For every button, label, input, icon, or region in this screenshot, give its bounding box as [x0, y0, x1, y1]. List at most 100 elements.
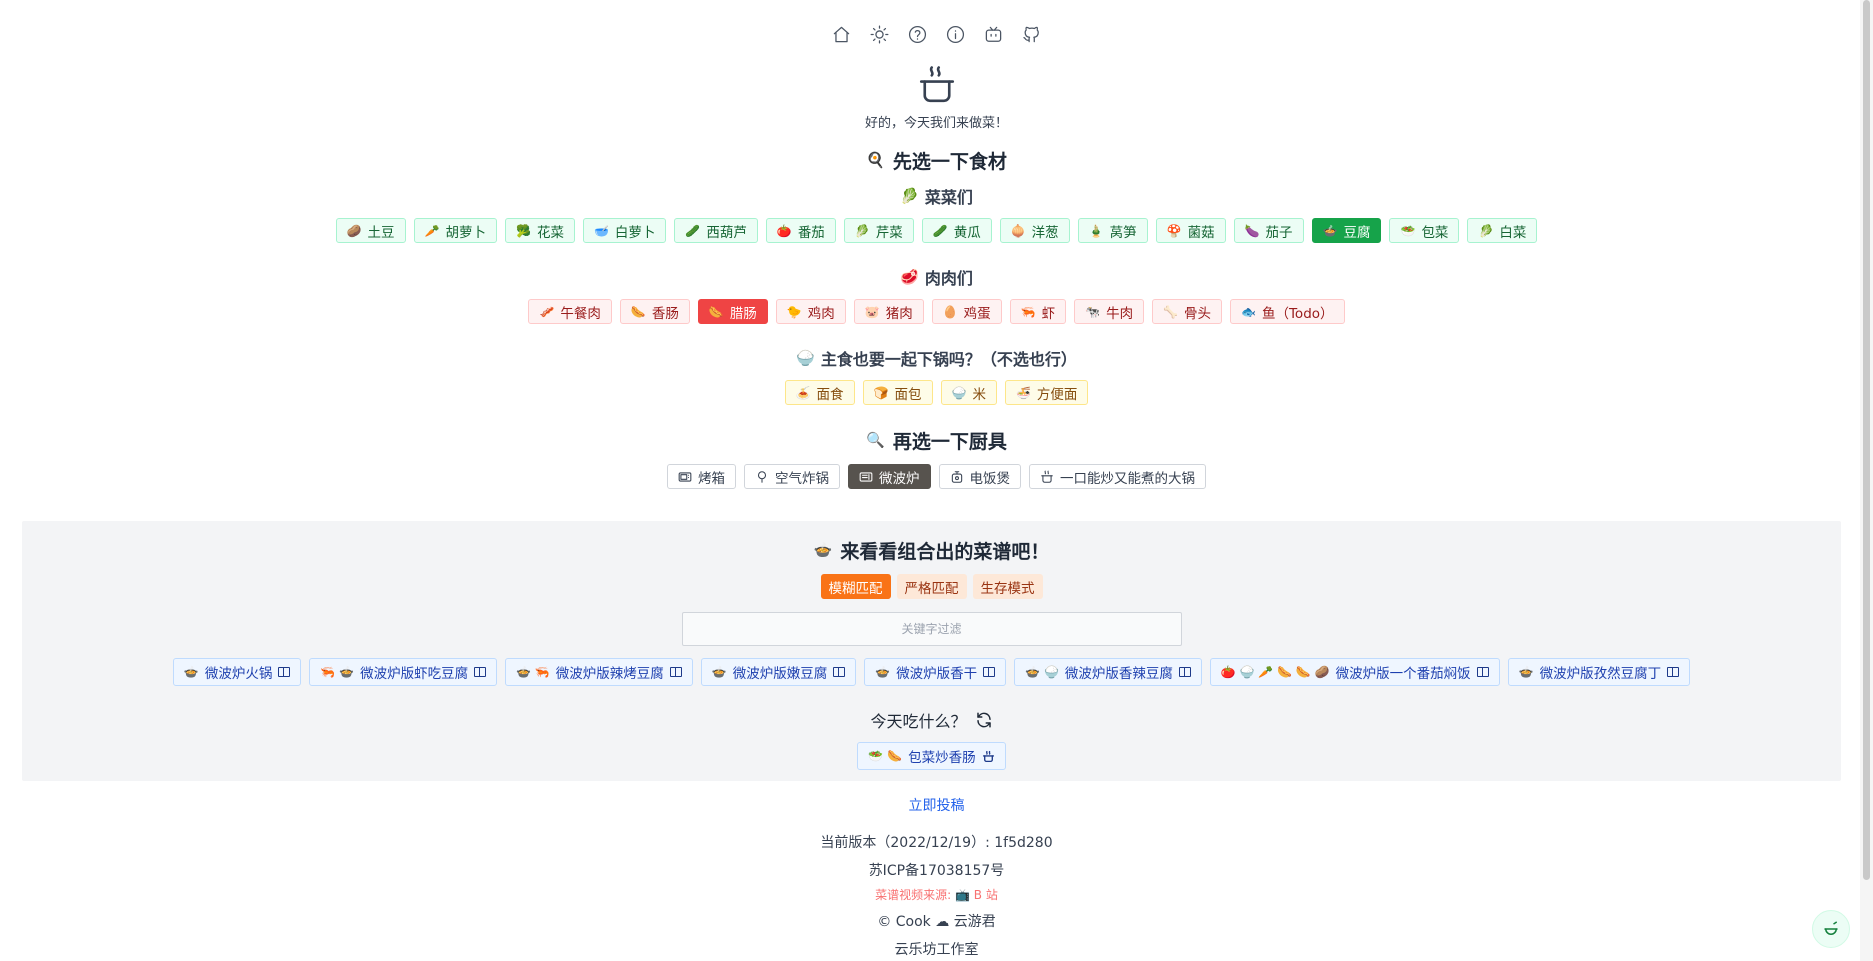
vegetable-chip[interactable]: 🥬 芹菜	[843, 218, 914, 243]
vegetable-emoji-icon: 🥕	[424, 223, 440, 238]
tool-chip[interactable]: 电饭煲	[938, 464, 1021, 489]
recipe-label: 微波炉版孜然豆腐丁	[1539, 666, 1662, 682]
meat-label: 猪肉	[885, 305, 913, 322]
page-subtitle: 好的，今天我们来做菜！	[864, 116, 1008, 131]
top-nav	[0, 0, 1873, 46]
author-link[interactable]: 云游君	[954, 914, 996, 930]
vegetable-chip[interactable]: 🍄 菌菇	[1155, 218, 1226, 243]
submit-recipe-link[interactable]: 立即投稿	[909, 798, 965, 814]
staple-chip[interactable]: 🍜 方便面	[1004, 380, 1089, 405]
meat-chip[interactable]: 🐷 猪肉	[853, 299, 924, 324]
rice-bowl-icon: 🍚	[796, 348, 815, 367]
vegetable-chip[interactable]: 🧅 洋葱	[999, 218, 1070, 243]
vegetable-label: 胡萝卜	[445, 224, 487, 241]
meat-label: 鸡蛋	[963, 305, 991, 322]
meat-chip[interactable]: 🌭 腊肠	[697, 299, 768, 324]
staples-title: 主食也要一起下锅吗？（不选也行）	[820, 350, 1077, 369]
tool-label: 微波炉	[879, 470, 920, 487]
recipe-button[interactable]: 🍲 微波炉版香干	[864, 658, 1007, 686]
vegetable-chip[interactable]: 🥒 黄瓜	[921, 218, 992, 243]
recipe-button[interactable]: 🍲 微波炉版孜然豆腐丁	[1507, 658, 1691, 686]
meat-chip[interactable]: 🦐 虾	[1009, 299, 1067, 324]
vegetable-chip[interactable]: 🍲 豆腐	[1311, 218, 1382, 243]
recipe-label: 微波炉火锅	[204, 666, 273, 682]
vegetable-label: 菌菇	[1187, 224, 1215, 241]
vegetable-label: 番茄	[797, 224, 825, 241]
recipe-book-icon	[833, 667, 846, 677]
staple-label: 面包	[894, 386, 922, 403]
recipe-button[interactable]: 🍲 🦐 微波炉版辣烤豆腐	[505, 658, 693, 686]
scrollbar-thumb[interactable]	[1863, 0, 1870, 880]
vegetable-label: 豆腐	[1343, 224, 1371, 241]
github-icon[interactable]	[1020, 22, 1044, 46]
pot-icon	[982, 750, 994, 762]
match-mode-tab[interactable]: 生存模式	[972, 574, 1043, 599]
meat-chip[interactable]: 🐤 鸡肉	[775, 299, 846, 324]
tool-chip[interactable]: 空气炸锅	[744, 464, 840, 489]
tool-chip[interactable]: 一口能炒又能煮的大锅	[1029, 464, 1206, 489]
vegetable-chip[interactable]: 🥕 胡萝卜	[413, 218, 497, 243]
recipe-button[interactable]: 🍅 🍚 🥕 🌭 🌭 🥔 微波炉版一个番茄焖饭	[1209, 658, 1500, 686]
meat-chip[interactable]: 🥚 鸡蛋	[931, 299, 1002, 324]
help-circle-icon[interactable]	[906, 22, 930, 46]
vegetable-chip[interactable]: 🍆 茄子	[1233, 218, 1304, 243]
recipe-button[interactable]: 🍲 🍚 微波炉版香辣豆腐	[1014, 658, 1202, 686]
studio-link[interactable]: 云乐坊工作室	[0, 939, 1873, 959]
vegetable-emoji-icon: 🧅	[1010, 223, 1026, 238]
vegetable-chip[interactable]: 🥗 包菜	[1389, 218, 1460, 243]
meat-chip[interactable]: 🌭 香肠	[619, 299, 690, 324]
meat-chip[interactable]: 🐄 牛肉	[1074, 299, 1145, 324]
match-mode-tab[interactable]: 模糊匹配	[820, 574, 891, 599]
vegetable-emoji-icon: 🥔	[346, 223, 362, 238]
vegetable-chip[interactable]: 🥬 白菜	[1467, 218, 1538, 243]
vegetable-chip[interactable]: 🥦 花菜	[505, 218, 575, 243]
random-recipe-button[interactable]: 🥗 🌭 包菜炒香肠	[857, 742, 1006, 770]
info-icon[interactable]	[944, 22, 968, 46]
floating-pot-button[interactable]	[1812, 910, 1850, 948]
home-icon[interactable]	[830, 22, 854, 46]
icp-link[interactable]: 苏ICP备17038157号	[0, 860, 1873, 880]
staple-chip[interactable]: 🍝 面食	[784, 380, 855, 405]
meat-chip[interactable]: 🥓 午餐肉	[528, 299, 612, 324]
vegetable-emoji-icon: 🥦	[516, 223, 531, 238]
sun-icon[interactable]	[868, 22, 892, 46]
bilibili-tv-icon[interactable]	[982, 22, 1006, 46]
vegetable-emoji-icon: 🥒	[685, 223, 701, 238]
video-source-link[interactable]: B 站	[974, 888, 998, 902]
cooking-pan-icon: 🍳	[866, 151, 885, 169]
tool-chip[interactable]: 烤箱	[667, 464, 736, 489]
vegetable-icon: 🥬	[900, 186, 919, 205]
vegetable-label: 洋葱	[1031, 224, 1059, 241]
recipe-label: 微波炉版一个番茄焖饭	[1335, 666, 1471, 682]
recipe-button[interactable]: 🍲 微波炉火锅	[172, 658, 302, 686]
vegetables-title: 菜菜们	[924, 188, 973, 207]
random-recipe-label: 包菜炒香肠	[908, 750, 976, 766]
vegetable-chip[interactable]: 🎍 莴笋	[1077, 218, 1148, 243]
keyword-filter-input[interactable]	[681, 612, 1182, 646]
vegetable-emoji-icon: 🎍	[1088, 223, 1104, 238]
recipe-button[interactable]: 🦐 🍲 微波炉版虾吃豆腐	[309, 658, 498, 686]
vegetable-chip[interactable]: 🥒 西葫芦	[674, 218, 758, 243]
recipe-list: 🍲 微波炉火锅 🦐 🍲 微波炉版虾吃豆腐 🍲 🦐 微波炉版辣烤豆腐 🍲 微波炉版嫩豆腐 🍲 微波炉…	[22, 658, 1841, 686]
tool-label: 电饭煲	[969, 470, 1011, 487]
refresh-icon[interactable]	[975, 711, 993, 729]
match-mode-tab[interactable]: 严格匹配	[896, 574, 967, 599]
vegetable-label: 芹菜	[875, 224, 903, 241]
scrollbar[interactable]	[1860, 0, 1873, 961]
staple-emoji-icon: 🍜	[1015, 385, 1031, 400]
staple-chip[interactable]: 🍞 面包	[862, 380, 933, 405]
vegetable-chip[interactable]: 🥣 白萝卜	[582, 218, 667, 243]
staple-chip[interactable]: 🍚 米	[940, 380, 997, 405]
tools-heading: 🔍 再选一下厨具	[0, 427, 1873, 454]
recipe-button[interactable]: 🍲 微波炉版嫩豆腐	[700, 658, 857, 686]
vegetable-chip[interactable]: 🥔 土豆	[335, 218, 406, 243]
recipe-emojis: 🍲 🍚	[1025, 665, 1059, 679]
vegetable-label: 白萝卜	[614, 224, 656, 241]
staple-label: 面食	[816, 386, 844, 403]
vegetable-label: 花菜	[536, 224, 564, 241]
vegetable-label: 白菜	[1499, 224, 1527, 241]
meat-chip[interactable]: 🦴 骨头	[1152, 299, 1223, 324]
vegetable-chip[interactable]: 🍅 番茄	[765, 218, 836, 243]
meat-chip[interactable]: 🐟 鱼（Todo）	[1230, 299, 1345, 324]
tool-chip[interactable]: 微波炉	[848, 464, 931, 489]
